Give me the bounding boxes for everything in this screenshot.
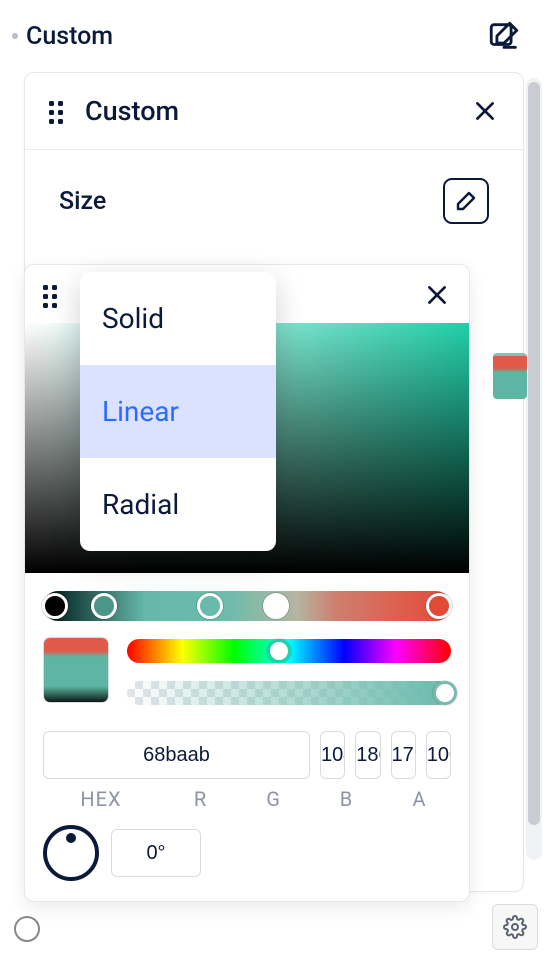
hex-input[interactable] <box>43 731 310 779</box>
panel-title: Custom <box>85 95 471 127</box>
gradient-swatch-peek[interactable] <box>493 353 527 399</box>
pencil-square-icon <box>487 19 521 53</box>
circle-icon <box>14 916 40 942</box>
gradient-stops-bar[interactable] <box>43 591 451 621</box>
edit-button[interactable] <box>486 18 522 54</box>
pencil-icon <box>454 189 478 213</box>
a-input[interactable] <box>426 731 451 779</box>
scrollbar-track[interactable] <box>526 78 542 860</box>
settings-button[interactable] <box>492 904 538 950</box>
dropdown-item-solid[interactable]: Solid <box>80 272 276 365</box>
angle-dial-indicator <box>66 833 76 843</box>
close-icon <box>472 98 498 124</box>
bullet-icon <box>12 33 18 39</box>
dropdown-item-radial[interactable]: Radial <box>80 458 276 551</box>
gradient-type-dropdown: SolidLinearRadial <box>80 272 276 551</box>
angle-dial[interactable] <box>43 825 99 881</box>
scrollbar-thumb[interactable] <box>528 82 540 825</box>
dropdown-item-linear[interactable]: Linear <box>80 365 276 458</box>
gradient-stop[interactable] <box>263 593 289 619</box>
hue-thumb[interactable] <box>267 639 291 663</box>
swatch-row <box>43 637 451 705</box>
close-button[interactable] <box>471 97 499 125</box>
picker-close-button[interactable] <box>423 281 451 309</box>
panel-header: Custom <box>25 73 523 150</box>
gradient-stop[interactable] <box>426 593 452 619</box>
angle-row <box>43 825 451 881</box>
gear-icon <box>503 915 527 939</box>
b-label: B <box>315 787 378 811</box>
size-edit-button[interactable] <box>443 178 489 224</box>
sliders <box>127 637 451 705</box>
drag-handle-icon[interactable] <box>43 285 63 305</box>
close-icon <box>424 282 450 308</box>
a-label: A <box>388 787 451 811</box>
gradient-stop[interactable] <box>197 593 223 619</box>
page-title: Custom <box>26 22 113 51</box>
top-left: Custom <box>12 22 113 51</box>
size-row: Size <box>25 150 523 252</box>
r-label: R <box>169 787 232 811</box>
gradient-preview-swatch[interactable] <box>43 637 109 703</box>
hex-label: HEX <box>43 787 159 811</box>
size-label: Size <box>59 187 106 216</box>
alpha-thumb[interactable] <box>433 681 457 705</box>
drag-handle-icon[interactable] <box>49 101 69 121</box>
gradient-stop[interactable] <box>42 593 68 619</box>
angle-input[interactable] <box>111 829 201 877</box>
hue-slider[interactable] <box>127 639 451 663</box>
top-row: Custom <box>0 0 548 54</box>
g-label: G <box>242 787 305 811</box>
r-input[interactable] <box>320 731 345 779</box>
alpha-slider[interactable] <box>127 681 451 705</box>
color-inputs <box>43 731 451 779</box>
g-input[interactable] <box>355 731 380 779</box>
input-labels: HEX R G B A <box>43 787 451 811</box>
b-input[interactable] <box>391 731 416 779</box>
gradient-stop[interactable] <box>91 593 117 619</box>
